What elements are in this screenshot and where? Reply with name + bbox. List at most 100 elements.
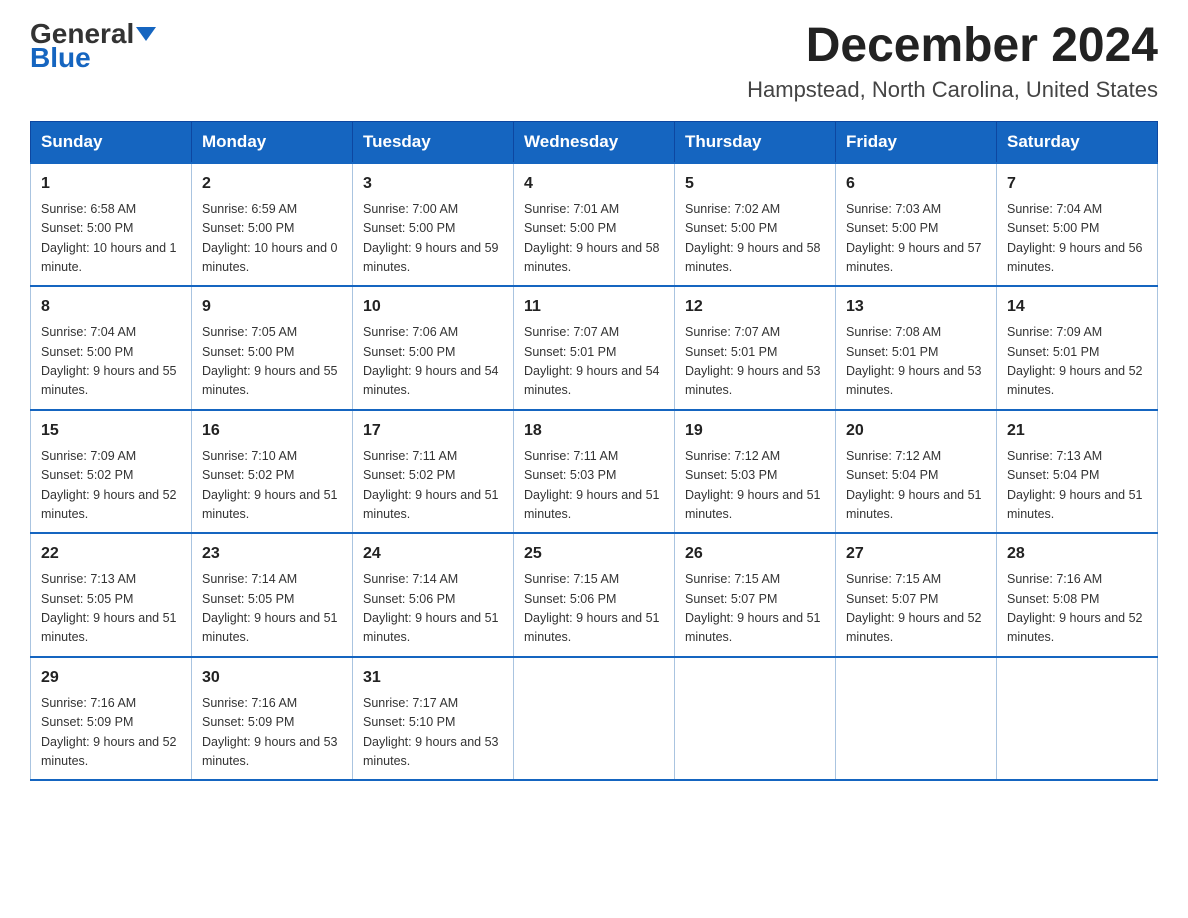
- day-info: Sunrise: 7:09 AMSunset: 5:02 PMDaylight:…: [41, 447, 181, 525]
- day-info: Sunrise: 7:16 AMSunset: 5:08 PMDaylight:…: [1007, 570, 1147, 648]
- week-row-5: 29 Sunrise: 7:16 AMSunset: 5:09 PMDayligh…: [31, 657, 1158, 781]
- calendar-cell: 28 Sunrise: 7:16 AMSunset: 5:08 PMDayligh…: [997, 533, 1158, 657]
- day-number: 26: [685, 542, 825, 566]
- day-info: Sunrise: 7:01 AMSunset: 5:00 PMDaylight:…: [524, 200, 664, 278]
- calendar-cell: 24Sunrise: 7:14 AMSunset: 5:06 PMDayligh…: [353, 533, 514, 657]
- col-header-friday: Friday: [836, 121, 997, 163]
- day-info: Sunrise: 7:05 AMSunset: 5:00 PMDaylight:…: [202, 323, 342, 401]
- logo-blue: Blue: [30, 44, 91, 72]
- week-row-3: 15Sunrise: 7:09 AMSunset: 5:02 PMDayligh…: [31, 410, 1158, 534]
- day-number: 23: [202, 542, 342, 566]
- calendar-cell: [675, 657, 836, 781]
- day-number: 17: [363, 419, 503, 443]
- day-info: Sunrise: 7:04 AMSunset: 5:00 PMDaylight:…: [41, 323, 181, 401]
- day-info: Sunrise: 7:14 AMSunset: 5:06 PMDaylight:…: [363, 570, 503, 648]
- calendar-cell: 8 Sunrise: 7:04 AMSunset: 5:00 PMDaylight…: [31, 286, 192, 410]
- logo-triangle-icon: [136, 27, 156, 41]
- day-info: Sunrise: 7:13 AMSunset: 5:04 PMDaylight:…: [1007, 447, 1147, 525]
- day-info: Sunrise: 6:58 AMSunset: 5:00 PMDaylight:…: [41, 200, 181, 278]
- day-number: 8: [41, 295, 181, 319]
- calendar-cell: 12Sunrise: 7:07 AMSunset: 5:01 PMDayligh…: [675, 286, 836, 410]
- week-row-1: 1Sunrise: 6:58 AMSunset: 5:00 PMDaylight…: [31, 163, 1158, 287]
- calendar-cell: 21 Sunrise: 7:13 AMSunset: 5:04 PMDayligh…: [997, 410, 1158, 534]
- day-number: 21: [1007, 419, 1147, 443]
- calendar-cell: 1Sunrise: 6:58 AMSunset: 5:00 PMDaylight…: [31, 163, 192, 287]
- col-header-wednesday: Wednesday: [514, 121, 675, 163]
- calendar-cell: 11 Sunrise: 7:07 AMSunset: 5:01 PMDayligh…: [514, 286, 675, 410]
- calendar-cell: 27 Sunrise: 7:15 AMSunset: 5:07 PMDayligh…: [836, 533, 997, 657]
- calendar-cell: 26 Sunrise: 7:15 AMSunset: 5:07 PMDayligh…: [675, 533, 836, 657]
- day-number: 31: [363, 666, 503, 690]
- calendar-cell: 17 Sunrise: 7:11 AMSunset: 5:02 PMDayligh…: [353, 410, 514, 534]
- calendar-cell: 22Sunrise: 7:13 AMSunset: 5:05 PMDayligh…: [31, 533, 192, 657]
- day-number: 27: [846, 542, 986, 566]
- day-number: 6: [846, 172, 986, 196]
- day-info: Sunrise: 7:10 AMSunset: 5:02 PMDaylight:…: [202, 447, 342, 525]
- title-section: December 2024 Hampstead, North Carolina,…: [747, 20, 1158, 103]
- calendar-header-row: SundayMondayTuesdayWednesdayThursdayFrid…: [31, 121, 1158, 163]
- calendar-cell: 9 Sunrise: 7:05 AMSunset: 5:00 PMDaylight…: [192, 286, 353, 410]
- calendar-table: SundayMondayTuesdayWednesdayThursdayFrid…: [30, 121, 1158, 782]
- week-row-4: 22Sunrise: 7:13 AMSunset: 5:05 PMDayligh…: [31, 533, 1158, 657]
- col-header-saturday: Saturday: [997, 121, 1158, 163]
- logo: General Blue: [30, 20, 156, 72]
- day-info: Sunrise: 7:16 AMSunset: 5:09 PMDaylight:…: [202, 694, 342, 772]
- calendar-cell: 14 Sunrise: 7:09 AMSunset: 5:01 PMDayligh…: [997, 286, 1158, 410]
- day-info: Sunrise: 7:03 AMSunset: 5:00 PMDaylight:…: [846, 200, 986, 278]
- day-info: Sunrise: 7:07 AMSunset: 5:01 PMDaylight:…: [524, 323, 664, 401]
- day-info: Sunrise: 7:11 AMSunset: 5:03 PMDaylight:…: [524, 447, 664, 525]
- calendar-cell: 19Sunrise: 7:12 AMSunset: 5:03 PMDayligh…: [675, 410, 836, 534]
- day-number: 5: [685, 172, 825, 196]
- day-info: Sunrise: 7:12 AMSunset: 5:04 PMDaylight:…: [846, 447, 986, 525]
- day-number: 29: [41, 666, 181, 690]
- calendar-cell: [997, 657, 1158, 781]
- calendar-cell: 13Sunrise: 7:08 AMSunset: 5:01 PMDayligh…: [836, 286, 997, 410]
- calendar-cell: 16Sunrise: 7:10 AMSunset: 5:02 PMDayligh…: [192, 410, 353, 534]
- day-info: Sunrise: 7:14 AMSunset: 5:05 PMDaylight:…: [202, 570, 342, 648]
- month-title: December 2024: [747, 20, 1158, 73]
- calendar-cell: 29 Sunrise: 7:16 AMSunset: 5:09 PMDayligh…: [31, 657, 192, 781]
- calendar-cell: 2Sunrise: 6:59 AMSunset: 5:00 PMDaylight…: [192, 163, 353, 287]
- day-number: 18: [524, 419, 664, 443]
- calendar-cell: 31 Sunrise: 7:17 AMSunset: 5:10 PMDayligh…: [353, 657, 514, 781]
- day-number: 20: [846, 419, 986, 443]
- calendar-cell: 25 Sunrise: 7:15 AMSunset: 5:06 PMDayligh…: [514, 533, 675, 657]
- location-title: Hampstead, North Carolina, United States: [747, 77, 1158, 103]
- day-info: Sunrise: 7:09 AMSunset: 5:01 PMDaylight:…: [1007, 323, 1147, 401]
- calendar-cell: 4 Sunrise: 7:01 AMSunset: 5:00 PMDaylight…: [514, 163, 675, 287]
- day-number: 14: [1007, 295, 1147, 319]
- calendar-cell: 10 Sunrise: 7:06 AMSunset: 5:00 PMDayligh…: [353, 286, 514, 410]
- day-info: Sunrise: 7:11 AMSunset: 5:02 PMDaylight:…: [363, 447, 503, 525]
- calendar-cell: 6 Sunrise: 7:03 AMSunset: 5:00 PMDaylight…: [836, 163, 997, 287]
- day-number: 4: [524, 172, 664, 196]
- day-number: 19: [685, 419, 825, 443]
- day-number: 13: [846, 295, 986, 319]
- day-info: Sunrise: 7:16 AMSunset: 5:09 PMDaylight:…: [41, 694, 181, 772]
- day-number: 11: [524, 295, 664, 319]
- col-header-sunday: Sunday: [31, 121, 192, 163]
- calendar-cell: [514, 657, 675, 781]
- day-number: 22: [41, 542, 181, 566]
- day-info: Sunrise: 7:06 AMSunset: 5:00 PMDaylight:…: [363, 323, 503, 401]
- day-number: 2: [202, 172, 342, 196]
- day-number: 25: [524, 542, 664, 566]
- day-number: 9: [202, 295, 342, 319]
- calendar-cell: 15Sunrise: 7:09 AMSunset: 5:02 PMDayligh…: [31, 410, 192, 534]
- page-header: General Blue December 2024 Hampstead, No…: [30, 20, 1158, 103]
- day-number: 28: [1007, 542, 1147, 566]
- day-info: Sunrise: 7:15 AMSunset: 5:07 PMDaylight:…: [685, 570, 825, 648]
- calendar-cell: 18 Sunrise: 7:11 AMSunset: 5:03 PMDayligh…: [514, 410, 675, 534]
- calendar-cell: 7Sunrise: 7:04 AMSunset: 5:00 PMDaylight…: [997, 163, 1158, 287]
- calendar-cell: [836, 657, 997, 781]
- day-info: Sunrise: 7:15 AMSunset: 5:07 PMDaylight:…: [846, 570, 986, 648]
- col-header-tuesday: Tuesday: [353, 121, 514, 163]
- day-info: Sunrise: 7:15 AMSunset: 5:06 PMDaylight:…: [524, 570, 664, 648]
- day-info: Sunrise: 7:17 AMSunset: 5:10 PMDaylight:…: [363, 694, 503, 772]
- calendar-cell: 30Sunrise: 7:16 AMSunset: 5:09 PMDayligh…: [192, 657, 353, 781]
- week-row-2: 8 Sunrise: 7:04 AMSunset: 5:00 PMDaylight…: [31, 286, 1158, 410]
- calendar-cell: 23 Sunrise: 7:14 AMSunset: 5:05 PMDayligh…: [192, 533, 353, 657]
- day-number: 10: [363, 295, 503, 319]
- day-info: Sunrise: 7:07 AMSunset: 5:01 PMDaylight:…: [685, 323, 825, 401]
- day-number: 3: [363, 172, 503, 196]
- calendar-cell: 20 Sunrise: 7:12 AMSunset: 5:04 PMDayligh…: [836, 410, 997, 534]
